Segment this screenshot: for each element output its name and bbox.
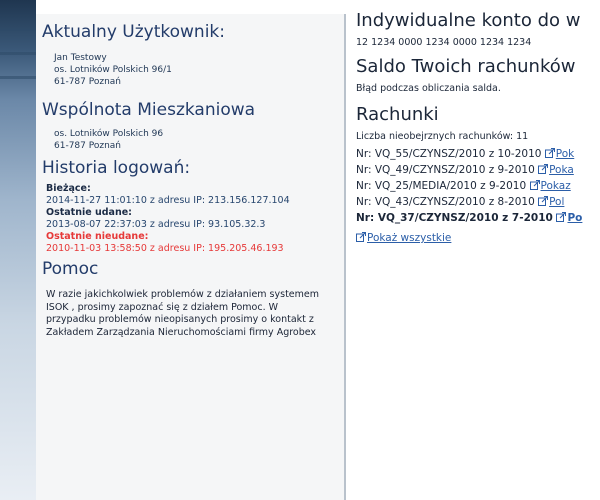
last-failed-login-label: Ostatnie nieudane: <box>46 231 149 242</box>
show-all-row: Pokaż wszystkie <box>356 230 600 246</box>
nav-strip-divider <box>0 28 36 31</box>
show-bill-link[interactable]: Po <box>556 212 582 224</box>
community-street: os. Lotników Polskich 96 <box>54 129 164 139</box>
account-panel: Indywidualne konto do w 12 1234 0000 123… <box>356 0 600 500</box>
last-success-login-value: 2013-08-07 22:37:03 z adresu IP: 93.105.… <box>46 219 266 230</box>
balance-title: Saldo Twoich rachunków <box>356 56 576 77</box>
help-text: W razie jakichkolwiek problemów z działa… <box>46 289 344 339</box>
bill-number: Nr: VQ_37/CZYNSZ/2010 z 7-2010 <box>356 212 553 224</box>
help-text-line: Zakładem Zarządzania Nieruchomościami fi… <box>46 326 317 338</box>
external-link-icon <box>544 148 555 158</box>
current-login-label: Bieżące: <box>46 183 91 194</box>
show-all-bills-label: Pokaż wszystkie <box>367 232 452 244</box>
account-title: Indywidualne konto do w <box>356 10 581 31</box>
help-text-line: W razie jakichkolwiek problemów z działa… <box>46 289 320 300</box>
current-login-value: 2014-11-27 11:01:10 z adresu IP: 213.156… <box>46 195 290 206</box>
help-text-line: ISOK , prosimy zapoznać się z działem Po… <box>46 301 279 313</box>
help-title: Pomoc <box>42 259 99 279</box>
bill-row: Nr: VQ_37/CZYNSZ/2010 z 7-2010 Po <box>356 210 600 226</box>
show-bill-link-label: Pol <box>549 196 565 208</box>
show-bill-link-label: Pok <box>555 148 575 160</box>
external-link-icon <box>556 212 567 222</box>
account-number: 12 1234 0000 1234 0000 1234 1234 <box>356 37 532 48</box>
unpaid-bills-count: Liczba nieobejrznych rachunków: 11 <box>356 131 529 142</box>
external-link-icon <box>538 164 549 174</box>
login-history-list: Bieżące: 2014-11-27 11:01:10 z adresu IP… <box>46 183 344 255</box>
nav-strip-divider <box>0 52 36 55</box>
show-bill-link[interactable]: Pol <box>538 196 564 208</box>
last-failed-login-value: 2010-11-03 13:58:50 z adresu IP: 195.205… <box>46 243 284 254</box>
community-city: 61-787 Poznań <box>54 141 121 151</box>
external-link-icon <box>529 180 540 190</box>
bill-row: Nr: VQ_43/CZYNSZ/2010 z 8-2010 Pol <box>356 194 600 210</box>
show-bill-link-label: Po <box>567 212 583 224</box>
bill-row: Nr: VQ_25/MEDIA/2010 z 9-2010 Pokaz <box>356 178 600 194</box>
bills-title: Rachunki <box>356 104 439 125</box>
left-nav-strip <box>0 0 36 500</box>
show-bill-link-label: Poka <box>549 164 574 176</box>
bill-row: Nr: VQ_55/CZYNSZ/2010 z 10-2010 Pok <box>356 146 600 162</box>
show-bill-link[interactable]: Poka <box>538 164 574 176</box>
show-bill-link-label: Pokaz <box>540 180 571 192</box>
bill-row: Nr: VQ_49/CZYNSZ/2010 z 9-2010 Poka <box>356 162 600 178</box>
show-bill-link[interactable]: Pokaz <box>529 180 571 192</box>
bill-number: Nr: VQ_43/CZYNSZ/2010 z 8-2010 <box>356 196 535 208</box>
help-text-line: przypadku problemów nieopisanych prosimy… <box>46 314 314 325</box>
user-name: Jan Testowy <box>54 53 107 63</box>
external-link-icon <box>538 196 549 206</box>
login-history-title: Historia logowań: <box>42 158 191 178</box>
nav-strip-divider <box>0 76 36 79</box>
balance-error: Błąd podczas obliczania salda. <box>356 83 501 94</box>
community-title: Wspólnota Mieszkaniowa <box>42 100 256 120</box>
bill-number: Nr: VQ_25/MEDIA/2010 z 9-2010 <box>356 180 527 192</box>
show-bill-link[interactable]: Pok <box>544 148 575 160</box>
current-user-title: Aktualny Użytkownik: <box>42 22 225 42</box>
external-link-icon <box>356 232 366 242</box>
bill-number: Nr: VQ_55/CZYNSZ/2010 z 10-2010 <box>356 148 542 160</box>
bill-number: Nr: VQ_49/CZYNSZ/2010 z 9-2010 <box>356 164 535 176</box>
user-street: os. Lotników Polskich 96/1 <box>54 65 172 75</box>
user-city: 61-787 Poznań <box>54 77 121 87</box>
last-success-login-label: Ostatnie udane: <box>46 207 132 218</box>
show-all-bills-link[interactable]: Pokaż wszystkie <box>356 232 451 244</box>
user-info-panel: Aktualny Użytkownik: Jan Testowy os. Lot… <box>36 14 346 500</box>
